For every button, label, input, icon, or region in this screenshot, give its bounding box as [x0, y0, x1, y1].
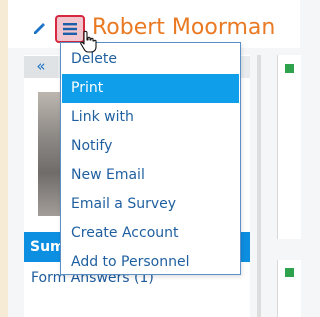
- pencil-icon[interactable]: [31, 20, 47, 36]
- right-card: [277, 55, 301, 239]
- left-edge-strip: [0, 0, 8, 317]
- menu-item-link-with[interactable]: Link with: [62, 103, 239, 132]
- status-indicator: [285, 268, 294, 277]
- actions-dropdown-menu: Delete Print Link with Notify New Email …: [60, 42, 241, 275]
- menu-item-create-account[interactable]: Create Account: [62, 219, 239, 248]
- menu-item-notify[interactable]: Notify: [62, 132, 239, 161]
- menu-item-print[interactable]: Print: [62, 74, 239, 103]
- hand-pointer-icon: [80, 30, 97, 53]
- hamburger-icon: [63, 23, 77, 35]
- menu-item-new-email[interactable]: New Email: [62, 161, 239, 190]
- panel-divider: [257, 55, 261, 317]
- menu-item-email-survey[interactable]: Email a Survey: [62, 190, 239, 219]
- menu-item-add-to-personnel[interactable]: Add to Personnel: [62, 248, 239, 277]
- profile-photo: [38, 92, 62, 216]
- status-indicator: [285, 64, 294, 73]
- person-name-title: Robert Moorman: [92, 15, 276, 40]
- collapse-button[interactable]: «: [24, 56, 58, 78]
